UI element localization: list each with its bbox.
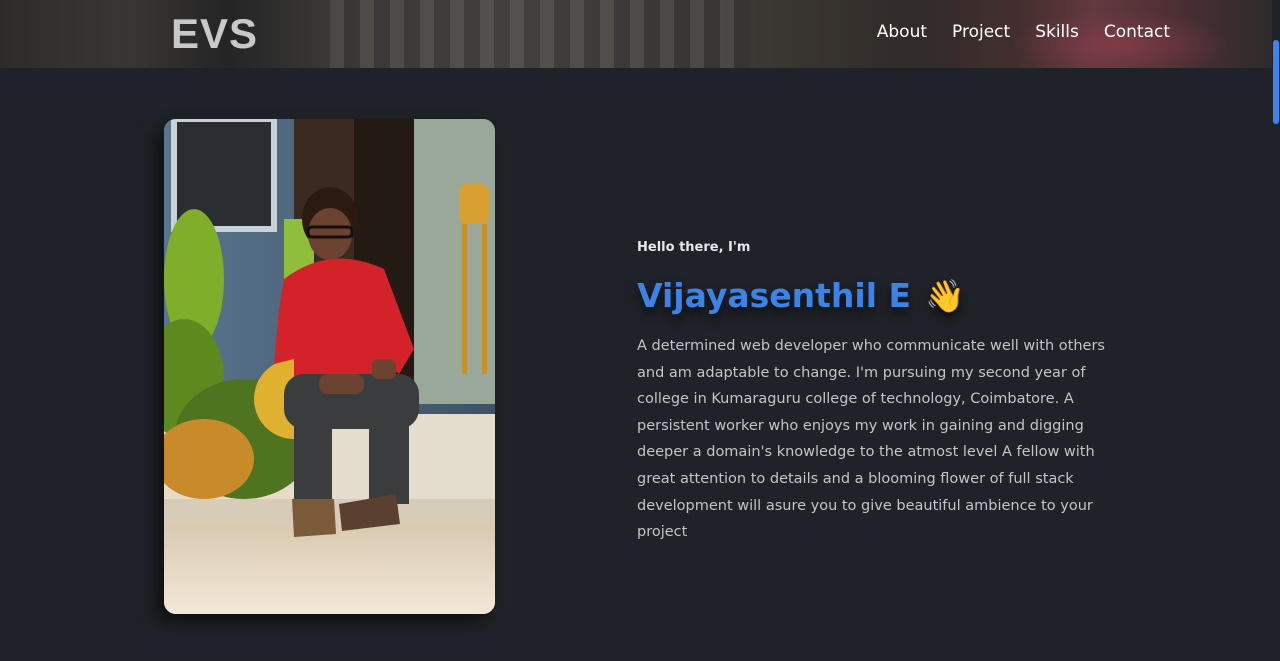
greeting-text: Hello there, I'm [637,240,751,255]
name-row: Vijayasenthil E 👋 [637,276,965,315]
site-logo[interactable]: EVS [171,10,258,58]
nav-links: About Project Skills Contact [877,22,1170,42]
profile-photo [164,119,495,614]
waving-hand-icon: 👋 [925,276,965,315]
nav-link-about[interactable]: About [877,22,927,42]
nav-link-project[interactable]: Project [952,22,1010,42]
navbar: EVS About Project Skills Contact [0,0,1272,68]
page: EVS About Project Skills Contact Hello t… [0,0,1280,661]
hero-name: Vijayasenthil E [637,276,912,315]
bio-paragraph: A determined web developer who communica… [637,338,1105,541]
nav-link-contact[interactable]: Contact [1104,22,1170,42]
scrollbar[interactable] [1272,0,1280,661]
nav-link-skills[interactable]: Skills [1035,22,1079,42]
scrollbar-thumb[interactable] [1273,40,1279,124]
